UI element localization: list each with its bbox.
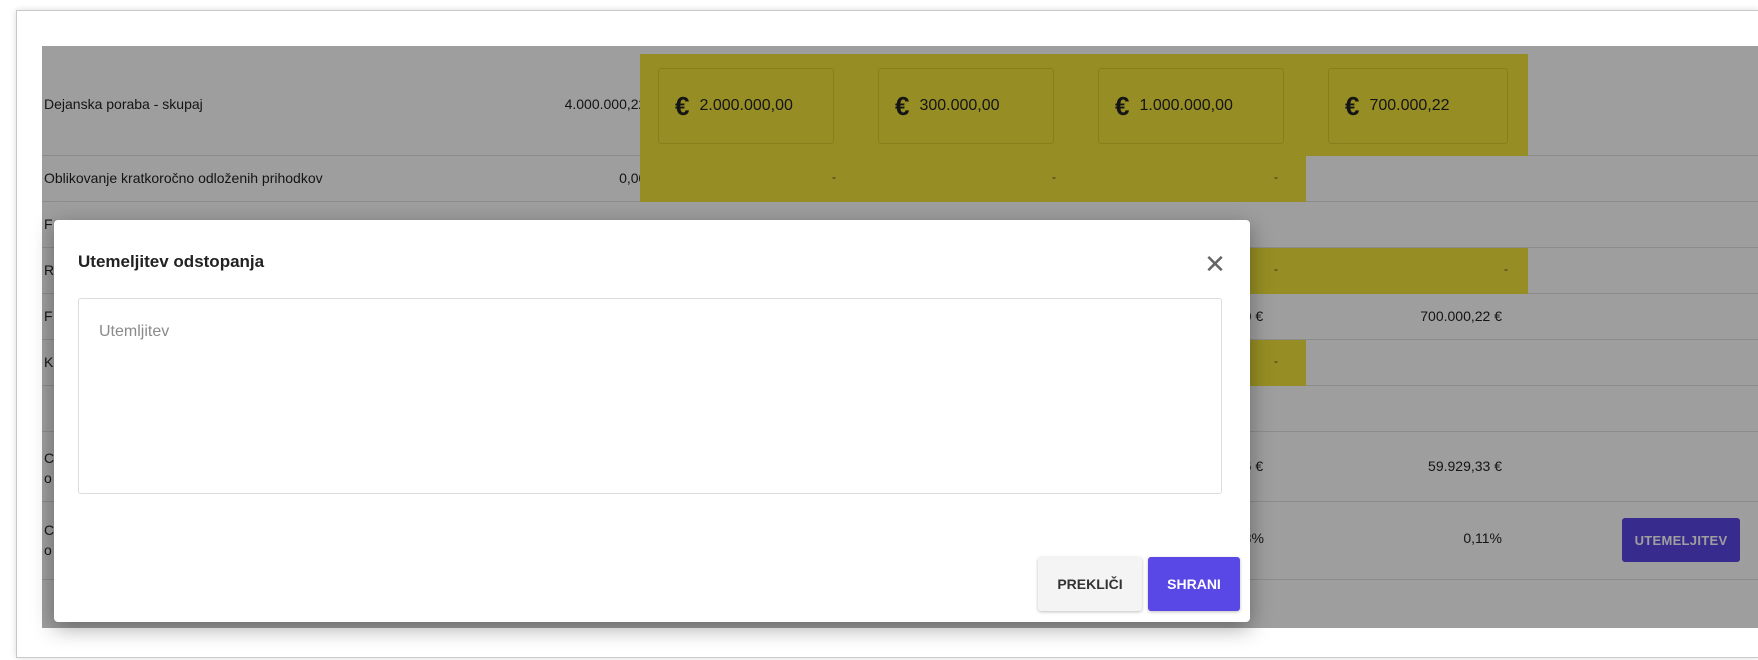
justification-dialog: Utemeljitev odstopanja ✕ PREKLIČI SHRANI (54, 220, 1250, 622)
cancel-button[interactable]: PREKLIČI (1038, 557, 1142, 611)
justification-textarea[interactable] (78, 298, 1222, 494)
close-icon[interactable]: ✕ (1200, 250, 1230, 280)
save-button[interactable]: SHRANI (1148, 557, 1240, 611)
dialog-title: Utemeljitev odstopanja (78, 252, 265, 271)
